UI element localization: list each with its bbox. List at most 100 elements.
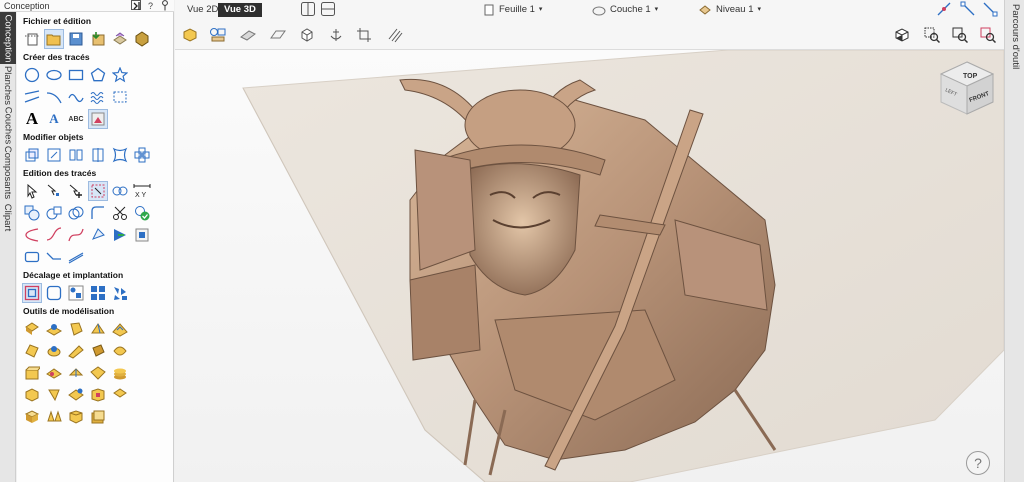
reset-relief-icon[interactable] [89,408,107,426]
polyline-icon[interactable] [23,88,41,106]
export-relief-icon[interactable] [111,386,129,404]
ellipse-icon[interactable] [45,66,63,84]
close-vector-icon[interactable] [23,248,41,266]
offset-shape-icon[interactable] [89,226,107,244]
material-icon[interactable] [111,30,129,48]
extrude-icon[interactable] [67,320,85,338]
bezier-icon[interactable] [23,226,41,244]
join-vectors-icon[interactable] [45,248,63,266]
zoom-extents-icon[interactable] [951,26,969,44]
distort-icon[interactable] [111,146,129,164]
node-edit-icon[interactable] [45,182,63,200]
tab-planches[interactable]: Planches [0,64,16,106]
star-icon[interactable] [111,66,129,84]
cube-view-icon[interactable] [298,26,316,44]
create-relief-icon[interactable] [111,320,129,338]
move-icon[interactable] [23,146,41,164]
show-components-icon[interactable] [209,26,227,44]
wave-icon[interactable] [89,88,107,106]
polygon-icon[interactable] [89,66,107,84]
smooth-curve-icon[interactable] [45,226,63,244]
flat-plane-icon[interactable] [269,26,287,44]
toggle-guides-icon[interactable] [981,0,999,18]
box-relief-icon[interactable] [23,408,41,426]
check-vectors-icon[interactable] [133,204,151,222]
snap-grid-icon[interactable] [935,0,953,18]
relief-clipart-icon[interactable] [89,386,107,404]
subtract-icon[interactable] [45,204,63,222]
split-view-horizontal-icon[interactable] [299,0,317,18]
text-on-curve-icon[interactable]: A [45,110,63,128]
create-component-icon[interactable] [45,320,63,338]
two-rail-sweep-icon[interactable] [89,320,107,338]
help-button[interactable]: ? [966,451,990,475]
fit-curve-icon[interactable] [111,226,129,244]
mirror-icon[interactable] [67,146,85,164]
array-copy-icon[interactable] [133,146,151,164]
tab-conception[interactable]: Conception [0,12,16,64]
zoom-window-icon[interactable] [923,26,941,44]
job-setup-icon[interactable] [133,30,151,48]
intersect-icon[interactable] [67,204,85,222]
layer-dropdown[interactable]: Couche 1 ▾ [592,3,658,17]
measure-xy-icon[interactable]: X Y [133,182,151,200]
nest-parts-icon[interactable] [67,284,85,302]
circle-icon[interactable] [23,66,41,84]
zero-plane-icon[interactable] [23,386,41,404]
tilt-icon[interactable] [89,342,107,360]
new-file-icon[interactable] [23,30,41,48]
sculpt-icon[interactable] [45,342,63,360]
toolpaths-tab[interactable]: Parcours d'outil [1004,0,1024,482]
fade-icon[interactable] [67,342,85,360]
relief-shading-icon[interactable] [181,26,199,44]
relief-stack-icon[interactable] [111,364,129,382]
sheet-dropdown[interactable]: Feuille 1 ▾ [483,3,542,17]
import-icon[interactable] [89,30,107,48]
offset-icon[interactable] [22,283,42,303]
image-trace-icon[interactable] [133,226,151,244]
crop-icon[interactable] [355,26,373,44]
trim-icon[interactable] [111,182,129,200]
open-file-icon[interactable] [44,29,64,49]
dimension-box-icon[interactable] [111,88,129,106]
boundary-icon[interactable] [45,364,63,382]
bake-relief-icon[interactable] [67,386,85,404]
diagonal-arrow-icon[interactable] [959,0,977,18]
3d-viewport[interactable]: TOP FRONT LEFT ? [175,50,1004,482]
save-file-icon[interactable] [67,30,85,48]
shape-editor-icon[interactable] [23,320,41,338]
select-icon[interactable] [23,182,41,200]
slice-relief-icon[interactable] [89,364,107,382]
fillet-corners-icon[interactable] [45,284,63,302]
arc-icon[interactable] [45,88,63,106]
scissors-icon[interactable] [111,204,129,222]
hatch-icon[interactable] [386,26,404,44]
nesting-icon[interactable] [111,284,129,302]
split-view-vertical-icon[interactable] [319,0,337,18]
weld-icon[interactable] [23,204,41,222]
rectangle-icon[interactable] [67,66,85,84]
bitmap-trace-icon[interactable] [88,109,108,129]
align-icon[interactable] [89,146,107,164]
tab-couches[interactable]: Couches [0,106,16,144]
curve-icon[interactable] [67,88,85,106]
add-node-icon[interactable] [67,182,85,200]
weave-relief-icon[interactable] [67,408,85,426]
split-relief-icon[interactable] [45,408,63,426]
transform-icon[interactable] [88,181,108,201]
level-dropdown[interactable]: Niveau 1 ▾ [698,3,761,17]
orientation-cube[interactable]: TOP FRONT LEFT [937,58,997,118]
vector-texture-icon[interactable] [45,386,63,404]
text-icon[interactable]: A [23,110,41,128]
smooth-icon[interactable] [23,342,41,360]
spline-icon[interactable] [67,226,85,244]
anchor-icon[interactable] [327,26,345,44]
extend-vector-icon[interactable] [67,248,85,266]
merge-text-icon[interactable] [89,284,107,302]
texture-icon[interactable] [23,364,41,382]
scale-icon[interactable] [45,146,63,164]
collapse-panel-icon[interactable] [131,0,141,10]
fillet-icon[interactable] [89,204,107,222]
distort-relief-icon[interactable] [111,342,129,360]
tab-composants[interactable]: Composants [0,144,16,200]
